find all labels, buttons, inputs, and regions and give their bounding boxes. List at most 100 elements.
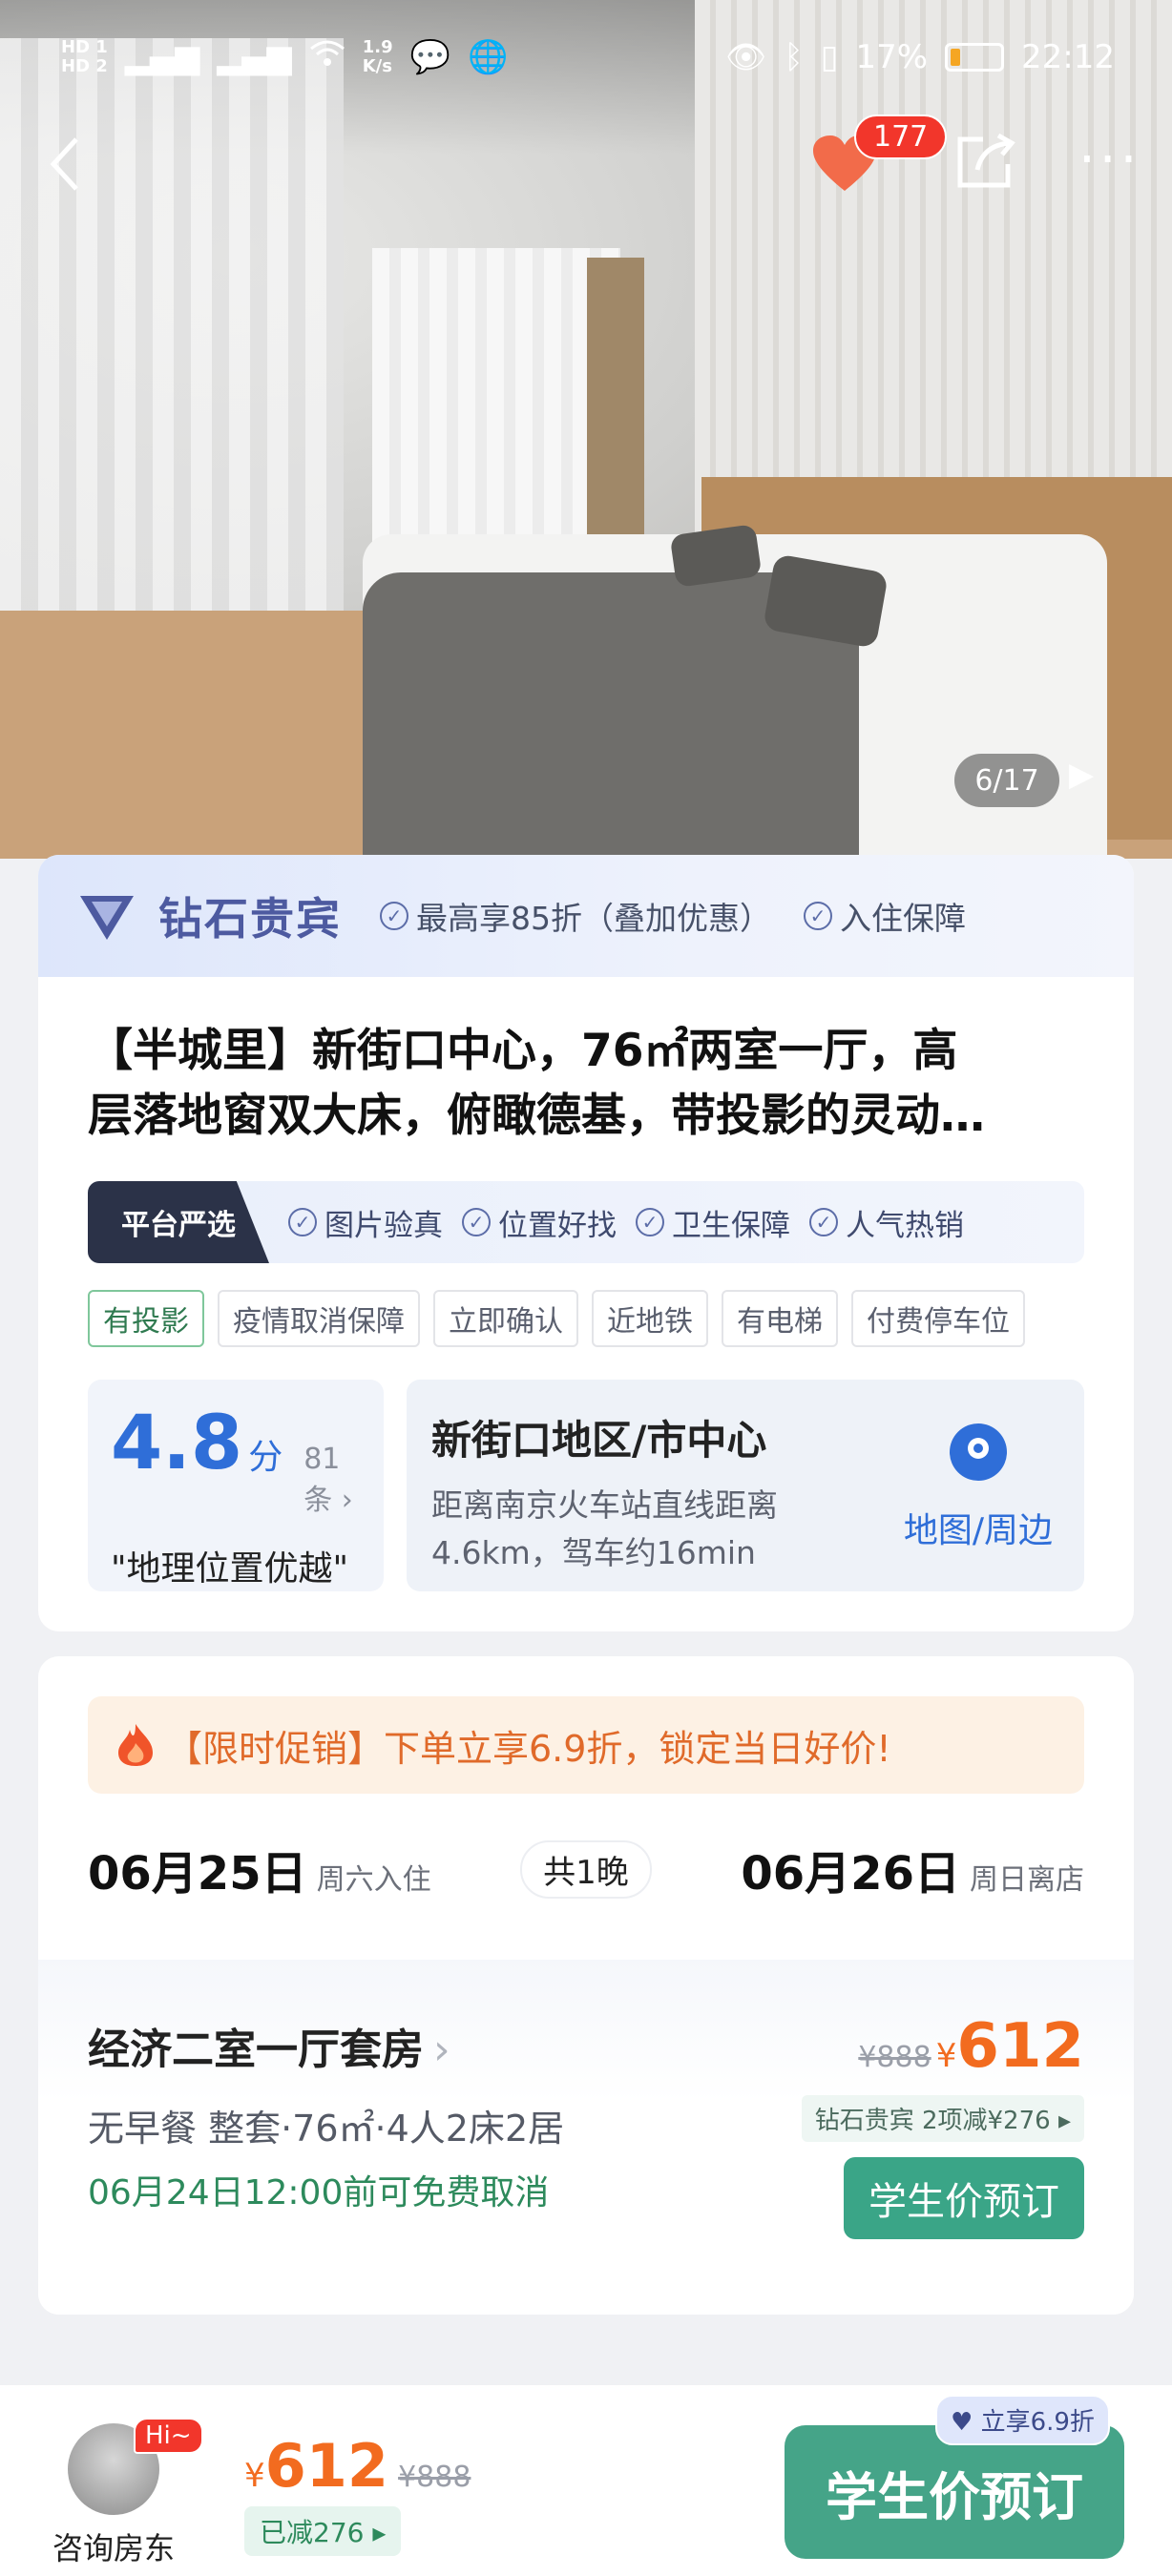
signal-icon: ▂▄▆ (217, 38, 292, 76)
bottom-bar: Hi~ 咨询房东 ¥612 ¥888 已减276 ▸ 学生价预订 ♥ 立享6.9折 (0, 2385, 1172, 2576)
globe-icon: 🌐 (467, 38, 509, 76)
checkin-weekday: 周六入住 (316, 1863, 431, 1897)
current-price: 612 (264, 2431, 389, 2501)
title-line: 层落地窗双大床，俯瞰德基，带投影的灵动… (88, 1090, 985, 1142)
booking-card: 【限时促销】下单立享6.9折，锁定当日好价! 06月25日 周六入住 共1晚 06… (38, 1656, 1134, 2315)
map-label: 地图/周边 (903, 1511, 1054, 1550)
instant-discount-badge: ♥ 立享6.9折 (935, 2395, 1110, 2445)
chevron-left-icon (50, 137, 78, 191)
vip-perk-label: 最高享85折（叠加优惠） (416, 900, 771, 937)
room-price: ¥888 ¥612 钻石贵宾 2项减¥276 ▸ 学生价预订 (801, 2011, 1084, 2239)
check-icon: ✓ (804, 902, 832, 930)
vip-perk: ✓ 最高享85折（叠加优惠） (380, 893, 771, 939)
instant-discount-label: 立享6.9折 (980, 2408, 1095, 2437)
pick-item: ✓ 图片验真 (288, 1201, 443, 1244)
original-price: ¥888 (398, 2461, 471, 2494)
review-count: 81条 › (303, 1443, 353, 1517)
location-box[interactable]: 新街口地区/市中心 距离南京火车站直线距离4.6km，驾车约16min 地图/周… (407, 1380, 1084, 1591)
tag: 疫情取消保障 (218, 1290, 420, 1347)
favorites-count-badge: 177 (854, 114, 948, 159)
rating-unit: 分 (248, 1438, 283, 1477)
review-count-label: 81条 (303, 1443, 341, 1517)
battery-icon (945, 43, 1005, 72)
original-price: ¥888 (858, 2041, 931, 2074)
map-button[interactable]: 地图/周边 (897, 1422, 1059, 1552)
checkin-date[interactable]: 06月25日 周六入住 (88, 1836, 431, 1902)
sim1-label: HD 1 (61, 37, 108, 57)
rating-box[interactable]: 4.8 分 81条 › "地理位置优越" (88, 1380, 384, 1591)
wifi-icon (309, 38, 345, 76)
pick-item: ✓ 人气热销 (809, 1201, 964, 1244)
diamond-icon (80, 896, 134, 940)
tag: 有投影 (88, 1290, 204, 1347)
reduced-tag[interactable]: 已减276 ▸ (244, 2506, 402, 2556)
currency-symbol: ¥ (935, 2037, 957, 2075)
checkout-date-label: 06月26日 (741, 1847, 960, 1901)
room-option[interactable]: 经济二室一厅套房 › 无早餐 整套·76㎡·4人2床2居 06月24日12:00前… (38, 1960, 1134, 2315)
book-button[interactable]: 学生价预订 (785, 2425, 1124, 2559)
pick-item: ✓ 位置好找 (462, 1201, 617, 1244)
checkout-weekday: 周日离店 (969, 1863, 1084, 1897)
currency-symbol: ¥ (244, 2457, 265, 2495)
share-button[interactable] (954, 132, 1017, 201)
check-icon: ✓ (809, 1208, 838, 1236)
vip-bar[interactable]: 钻石贵宾 ✓ 最高享85折（叠加优惠） ✓ 入住保障 (38, 855, 1134, 977)
diamond-icon: ♥ (951, 2408, 981, 2437)
net-speed: 1.9 K/s (362, 37, 393, 76)
pick-item-label: 位置好找 (498, 1208, 617, 1243)
vip-perk: ✓ 入住保障 (804, 893, 966, 939)
sim2-label: HD 2 (61, 56, 108, 76)
pick-item-label: 人气热销 (846, 1208, 964, 1243)
check-icon: ✓ (462, 1208, 491, 1236)
checkout-date[interactable]: 06月26日 周日离店 (741, 1836, 1084, 1902)
signal-icon: ▂▄▆ (124, 38, 200, 76)
contact-host-button[interactable]: Hi~ 咨询房东 (42, 2418, 203, 2568)
wechat-icon: 💬 (409, 38, 450, 76)
checkin-date-label: 06月25日 (88, 1847, 307, 1901)
date-picker[interactable]: 06月25日 周六入住 共1晚 06月26日 周日离店 (88, 1836, 1084, 1902)
bluetooth-icon: ᛒ (784, 38, 804, 76)
room-photo[interactable] (0, 0, 1172, 859)
back-button[interactable] (46, 134, 84, 205)
chevron-right-icon: › (433, 2025, 450, 2074)
clock: 22:12 (1021, 38, 1115, 76)
vip-perk-label: 入住保障 (840, 900, 966, 937)
rating-desc: "地理位置优越" (111, 1549, 349, 1589)
title-line: 【半城里】新街口中心，76㎡两室一厅，高 (88, 1025, 958, 1077)
tag: 有电梯 (722, 1290, 838, 1347)
tag: 付费停车位 (851, 1290, 1025, 1347)
platform-pick-bar[interactable]: 平台严选 ✓ 图片验真 ✓ 位置好找 ✓ 卫生保障 ✓ 人气热销 (88, 1181, 1084, 1263)
eye-icon: 👁 (725, 38, 767, 76)
more-dots-icon: ··· (1078, 129, 1141, 191)
status-bar: HD 1 HD 2 ▂▄▆ ▂▄▆ 1.9 K/s 💬 🌐 👁 ᛒ ▯ 17% … (61, 27, 1115, 88)
check-icon: ✓ (288, 1208, 317, 1236)
promo-text: 【限时促销】下单立享6.9折，锁定当日好价! (166, 1727, 891, 1770)
rating-score: 4.8 (111, 1401, 243, 1486)
vip-title: 钻石贵宾 (158, 893, 342, 945)
pick-item-label: 卫生保障 (672, 1208, 790, 1243)
listing-card: 钻石贵宾 ✓ 最高享85折（叠加优惠） ✓ 入住保障 【半城里】新街口中心，76㎡两… (38, 855, 1134, 1631)
vibrate-icon: ▯ (820, 38, 839, 76)
tag: 近地铁 (592, 1290, 708, 1347)
tag: 立即确认 (433, 1290, 578, 1347)
sim-indicator: HD 1 HD 2 (61, 38, 108, 76)
student-book-button[interactable]: 学生价预订 (844, 2157, 1084, 2239)
platform-pick-logo: 平台严选 (88, 1181, 269, 1263)
drape-decor (587, 258, 644, 582)
listing-title: 【半城里】新街口中心，76㎡两室一厅，高 层落地窗双大床，俯瞰德基，带投影的灵动… (38, 977, 1134, 1204)
more-button[interactable]: ··· (1078, 134, 1141, 187)
nights-count: 共1晚 (520, 1839, 652, 1899)
discount-tag[interactable]: 钻石贵宾 2项减¥276 ▸ (801, 2095, 1084, 2142)
photo-counter: 6/17 (954, 754, 1059, 807)
share-icon (957, 133, 1015, 188)
promo-banner: 【限时促销】下单立享6.9折，锁定当日好价! (88, 1696, 1084, 1794)
battery-percent: 17% (855, 38, 929, 76)
check-icon: ✓ (636, 1208, 664, 1236)
play-icon[interactable]: ▶ (1069, 756, 1094, 794)
pick-item-label: 图片验真 (324, 1208, 443, 1243)
check-icon: ✓ (380, 902, 408, 930)
room-name-label: 经济二室一厅套房 (88, 2025, 424, 2074)
hi-badge: Hi~ (134, 2418, 203, 2454)
location-pin-icon (950, 1423, 1007, 1481)
current-price: 612 (956, 2011, 1084, 2082)
